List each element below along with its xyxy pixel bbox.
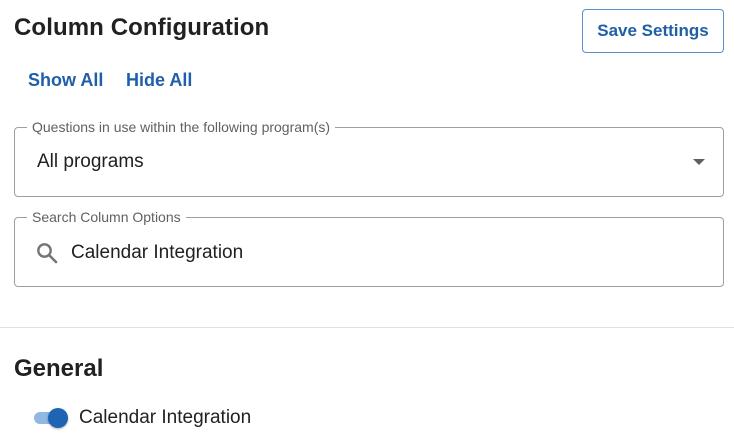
- programs-select-label: Questions in use within the following pr…: [27, 118, 336, 136]
- save-settings-button[interactable]: Save Settings: [582, 9, 724, 53]
- show-all-button[interactable]: Show All: [28, 68, 103, 92]
- search-column-options-field: Search Column Options: [14, 208, 724, 287]
- column-toggle-row: Calendar Integration: [32, 406, 251, 430]
- chevron-down-icon[interactable]: [693, 159, 705, 165]
- column-configuration-panel: Column Configuration Save Settings Show …: [0, 0, 734, 446]
- section-divider: [0, 327, 734, 328]
- toggle-thumb: [48, 408, 68, 428]
- calendar-integration-toggle[interactable]: [32, 406, 70, 430]
- hide-all-button[interactable]: Hide All: [126, 68, 192, 92]
- programs-select-value: All programs: [37, 151, 144, 172]
- programs-select[interactable]: Questions in use within the following pr…: [14, 118, 724, 197]
- search-input[interactable]: [71, 238, 691, 268]
- toggle-label: Calendar Integration: [79, 407, 252, 428]
- page-title: Column Configuration: [14, 14, 270, 41]
- search-field-label: Search Column Options: [27, 208, 186, 226]
- search-icon: [37, 243, 58, 264]
- section-title-general: General: [14, 355, 104, 382]
